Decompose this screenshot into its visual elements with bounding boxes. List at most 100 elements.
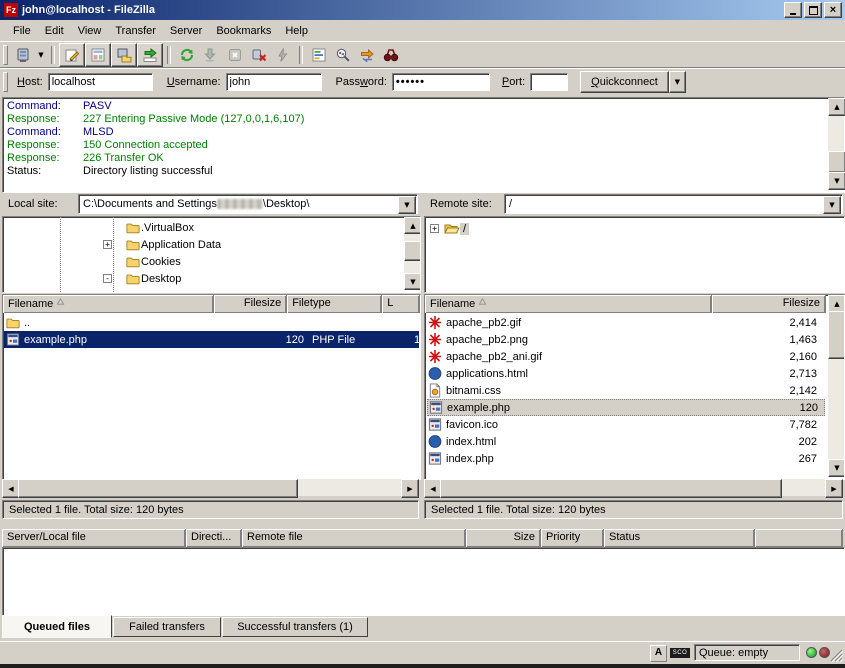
file-row[interactable]: apache_pb2_ani.gif2,160 — [427, 348, 825, 365]
tree-guide-line — [60, 217, 61, 292]
log-scrollbar[interactable]: ▲ ▼ — [828, 98, 844, 190]
filter-button[interactable] — [307, 44, 331, 66]
file-row[interactable]: apache_pb2.png1,463 — [427, 331, 825, 348]
menu-help[interactable]: Help — [278, 23, 315, 39]
tree-item-cookies[interactable]: Cookies — [103, 253, 181, 270]
speed-limits-icon[interactable]: SCO — [670, 648, 690, 658]
column-header-filetype[interactable]: Filetype — [287, 295, 382, 313]
toolbar-separator — [167, 46, 171, 64]
synchronized-browsing-button[interactable] — [355, 44, 379, 66]
column-header-filename[interactable]: Filename — [3, 295, 214, 313]
column-header-filesize[interactable]: Filesize — [214, 295, 287, 313]
column-header-lastmodified[interactable]: L — [382, 295, 420, 313]
scroll-right-button[interactable]: ▶ — [401, 479, 419, 498]
site-manager-dropdown-button[interactable]: ▼ — [35, 44, 47, 66]
scroll-up-button[interactable]: ▲ — [828, 98, 845, 116]
menu-server[interactable]: Server — [163, 23, 209, 39]
menu-view[interactable]: View — [71, 23, 109, 39]
file-row-updir[interactable]: .. — [5, 314, 418, 331]
local-tree-scrollbar[interactable]: ▲ ▼ — [404, 217, 420, 290]
scroll-up-button[interactable]: ▲ — [404, 217, 421, 234]
minimize-button[interactable] — [784, 2, 802, 18]
scroll-down-button[interactable]: ▼ — [828, 459, 845, 477]
toolbar-grip[interactable] — [3, 45, 8, 65]
transfer-queue-header: Server/Local file Directi... Remote file… — [2, 529, 843, 547]
column-header-status[interactable]: Status — [604, 529, 755, 547]
remote-site-combo[interactable]: / ▼ — [504, 194, 843, 214]
disconnect-button[interactable] — [247, 44, 271, 66]
column-header-size[interactable]: Size — [466, 529, 541, 547]
file-row-example-php[interactable]: example.php120 — [427, 399, 825, 416]
directory-comparison-button[interactable] — [331, 44, 355, 66]
file-row[interactable]: bitnami.css2,142 — [427, 382, 825, 399]
transfer-queue-body[interactable] — [2, 547, 845, 616]
file-row-example-php[interactable]: example.php 120 PHP File 1 — [4, 331, 419, 348]
tab-failed-transfers[interactable]: Failed transfers — [113, 617, 221, 637]
quickconnect-button[interactable]: Quickconnect — [580, 71, 669, 93]
send-activity-led-icon — [819, 647, 830, 658]
menu-transfer[interactable]: Transfer — [108, 23, 163, 39]
scroll-right-button[interactable]: ▶ — [825, 479, 843, 498]
remote-site-dropdown-button[interactable]: ▼ — [823, 196, 841, 214]
scroll-thumb[interactable] — [828, 311, 845, 359]
expand-plus-icon[interactable]: + — [103, 240, 112, 249]
close-button[interactable]: × — [824, 2, 842, 18]
site-manager-button[interactable] — [11, 44, 35, 66]
toggle-message-log-button[interactable] — [59, 43, 85, 67]
column-header-priority[interactable]: Priority — [541, 529, 604, 547]
column-header-filesize[interactable]: Filesize — [712, 295, 826, 313]
file-row[interactable]: apache_pb2.gif2,414 — [427, 314, 825, 331]
php-file-icon — [5, 332, 21, 347]
menu-edit[interactable]: Edit — [38, 23, 71, 39]
toggle-transfer-queue-button[interactable] — [137, 43, 163, 67]
tree-item-desktop[interactable]: - Desktop — [103, 270, 181, 287]
collapse-minus-icon[interactable]: - — [103, 274, 112, 283]
port-input[interactable] — [530, 73, 568, 91]
local-site-dropdown-button[interactable]: ▼ — [398, 196, 416, 214]
tree-item-application-data[interactable]: + Application Data — [103, 236, 221, 253]
scroll-thumb[interactable] — [404, 241, 421, 261]
column-header-direction[interactable]: Directi... — [186, 529, 242, 547]
quickconnect-dropdown-button[interactable]: ▼ — [669, 71, 686, 93]
local-site-combo[interactable]: C:\Documents and Settings\Desktop\ ▼ — [78, 194, 418, 214]
maximize-button[interactable] — [804, 2, 822, 18]
cancel-icon — [227, 47, 243, 63]
file-row[interactable]: index.html202 — [427, 433, 825, 450]
tab-queued-files[interactable]: Queued files — [2, 615, 112, 638]
scroll-down-button[interactable]: ▼ — [404, 273, 421, 290]
password-input[interactable] — [392, 73, 490, 91]
scroll-thumb[interactable] — [440, 479, 782, 498]
remote-list-hscrollbar[interactable]: ◀ ▶ — [424, 479, 843, 496]
quickconnect-grip[interactable] — [3, 72, 8, 92]
html-file-icon — [427, 434, 443, 449]
local-list-hscrollbar[interactable]: ◀ ▶ — [2, 479, 419, 496]
refresh-button[interactable] — [175, 44, 199, 66]
expand-plus-icon[interactable]: + — [430, 224, 439, 233]
scroll-thumb[interactable] — [18, 479, 298, 498]
find-files-button[interactable] — [379, 44, 403, 66]
resize-grip[interactable] — [830, 649, 843, 662]
tree-root-label[interactable]: / — [460, 223, 469, 235]
tab-successful-transfers[interactable]: Successful transfers (1) — [222, 617, 368, 637]
file-row[interactable]: favicon.ico7,782 — [427, 416, 825, 433]
title-bar[interactable]: Fz john@localhost - FileZilla × — [0, 0, 845, 20]
menu-file[interactable]: File — [6, 23, 38, 39]
column-header-remote-file[interactable]: Remote file — [242, 529, 466, 547]
host-input[interactable] — [48, 73, 153, 91]
file-row[interactable]: applications.html2,713 — [427, 365, 825, 382]
sort-asc-icon — [56, 297, 65, 306]
username-input[interactable] — [226, 73, 322, 91]
remote-list-scrollbar[interactable]: ▲ ▼ — [828, 295, 844, 477]
file-row[interactable]: index.php267 — [427, 450, 825, 467]
scroll-down-button[interactable]: ▼ — [828, 172, 845, 190]
toggle-local-tree-button[interactable] — [85, 43, 111, 67]
transfer-type-indicator-icon[interactable]: A — [650, 645, 667, 662]
toggle-remote-tree-button[interactable] — [111, 43, 137, 67]
menu-bookmarks[interactable]: Bookmarks — [209, 23, 278, 39]
tree-item-virtualbox[interactable]: .VirtualBox — [103, 219, 194, 236]
tree-item-root[interactable]: + / — [430, 220, 469, 237]
column-header-server-local-file[interactable]: Server/Local file — [2, 529, 186, 547]
scroll-thumb[interactable] — [828, 151, 845, 173]
filezilla-logo-icon: Fz — [4, 3, 18, 17]
column-header-filename[interactable]: Filename — [425, 295, 712, 313]
